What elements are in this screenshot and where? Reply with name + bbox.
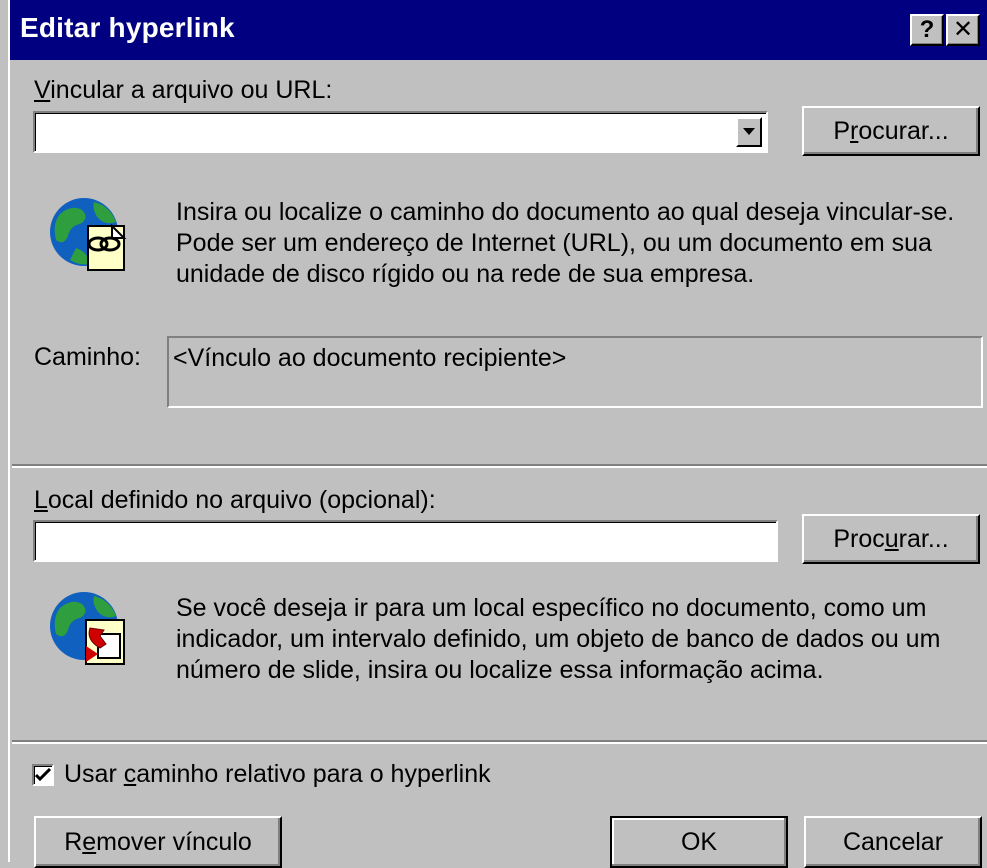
globe-bookmark-document-icon: [50, 592, 125, 665]
relative-path-label: Usar caminho relativo para o hyperlink: [64, 760, 491, 788]
relative-path-option[interactable]: Usar caminho relativo para o hyperlink: [32, 760, 491, 789]
location-label: Local definido no arquivo (opcional):: [34, 486, 436, 514]
window-title: Editar hyperlink: [20, 12, 235, 43]
separator: [12, 740, 987, 744]
location-description: Se você deseja ir para um local específi…: [176, 594, 941, 684]
relative-path-checkbox[interactable]: [32, 763, 54, 786]
checkmark-icon: [35, 767, 51, 781]
browse-url-button[interactable]: Pr ocurar...: [802, 106, 980, 156]
url-dropdown-button[interactable]: [736, 117, 762, 147]
close-button[interactable]: ✕: [946, 14, 980, 46]
url-combobox[interactable]: [33, 111, 768, 153]
url-label: Vincular a arquivo ou URL:: [34, 76, 333, 104]
path-label: Caminho:: [34, 343, 141, 371]
remove-link-button[interactable]: Re mover vínculo: [34, 816, 282, 868]
url-description: Insira ou localize o caminho do document…: [176, 198, 955, 288]
separator: [12, 464, 987, 468]
location-input[interactable]: [39, 526, 769, 556]
help-icon: ?: [919, 16, 935, 43]
chevron-down-icon: [743, 128, 755, 135]
path-value: <Vínculo ao documento recipiente>: [173, 344, 567, 372]
path-display: <Vínculo ao documento recipiente>: [167, 336, 983, 408]
ok-button[interactable]: OK: [610, 816, 788, 868]
globe-link-document-icon: [50, 198, 127, 271]
url-input[interactable]: [39, 117, 729, 147]
window-left-border: [0, 0, 10, 862]
cancel-button[interactable]: Cancelar: [804, 816, 982, 868]
location-input-box[interactable]: [33, 520, 778, 562]
close-icon: ✕: [952, 16, 974, 43]
browse-location-button[interactable]: Proc u rar...: [802, 514, 980, 564]
help-button[interactable]: ?: [910, 14, 944, 46]
